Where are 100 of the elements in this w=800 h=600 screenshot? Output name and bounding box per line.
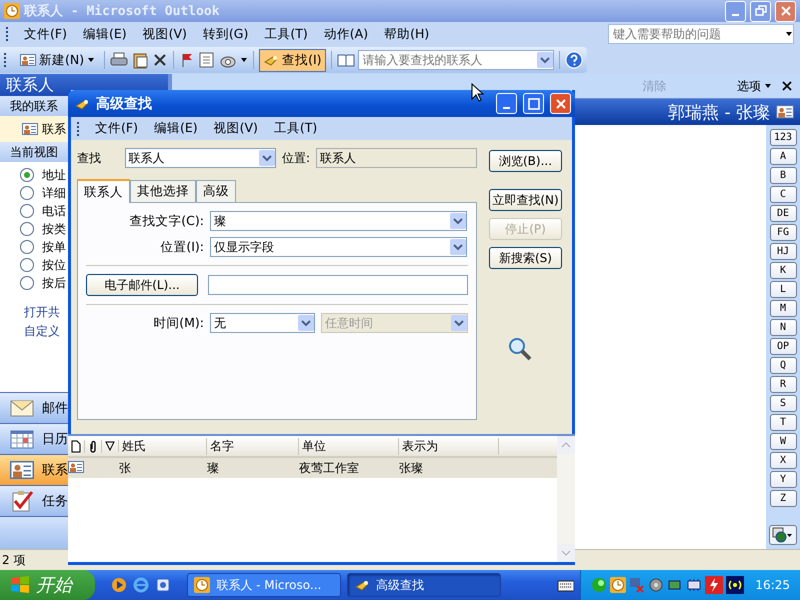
lightning-icon[interactable]	[705, 576, 724, 594]
letter-tab[interactable]: DE	[770, 205, 796, 222]
calendar-icon	[10, 429, 34, 449]
letter-tab[interactable]: S	[770, 395, 796, 412]
signal-icon[interactable]	[726, 576, 744, 594]
restore-button[interactable]	[750, 0, 771, 22]
menu-item[interactable]: 编辑(E)	[76, 24, 134, 44]
radio-button[interactable]	[20, 168, 34, 182]
browser-icon[interactable]	[133, 577, 150, 593]
radio-button[interactable]	[20, 222, 34, 236]
email-field[interactable]	[208, 275, 468, 295]
view-option[interactable]: 按后	[42, 274, 66, 292]
time-dropdown[interactable]: 无	[210, 313, 315, 333]
letter-tab[interactable]: K	[770, 262, 796, 279]
options-menu[interactable]: 选项	[737, 78, 772, 94]
letter-tab[interactable]: N	[770, 319, 796, 336]
restore-icon	[754, 5, 766, 17]
dialog-title: 高级查找	[96, 94, 152, 112]
menu-item[interactable]: 编辑(E)	[146, 118, 205, 139]
look-for-dropdown[interactable]: 联系人	[124, 148, 276, 168]
result-row[interactable]: 张 璨 夜莺工作室 张璨	[68, 458, 557, 478]
media-player-icon[interactable]	[111, 577, 128, 593]
close-button[interactable]	[550, 93, 571, 114]
find-button[interactable]: 查找(I)	[259, 48, 326, 72]
view-option[interactable]: 电话	[42, 202, 66, 220]
letter-tab[interactable]: HJ	[770, 243, 796, 260]
letter-tab[interactable]: C	[770, 186, 796, 203]
letter-tab[interactable]: M	[770, 300, 796, 317]
letter-tab[interactable]: FG	[770, 224, 796, 241]
taskbar-button[interactable]: 高级查找	[346, 573, 501, 597]
letter-tab[interactable]: A	[770, 148, 796, 165]
language-button[interactable]	[769, 525, 797, 545]
minimize-button[interactable]	[496, 93, 517, 114]
chip-icon[interactable]	[686, 577, 702, 593]
close-button[interactable]	[775, 0, 796, 22]
speaker-icon[interactable]	[648, 577, 664, 593]
minimize-icon	[732, 14, 739, 16]
tab[interactable]: 其他选择	[130, 180, 196, 202]
minimize-button[interactable]	[725, 0, 746, 22]
menu-item[interactable]: 文件(F)	[17, 24, 74, 44]
letter-tab[interactable]: R	[770, 376, 796, 393]
combo-field[interactable]: 仅显示字段	[210, 237, 467, 257]
dialog-button[interactable]: 立即查找(N)	[489, 189, 562, 211]
menu-item[interactable]: 文件(F)	[88, 118, 145, 139]
letter-tab[interactable]: X	[770, 452, 796, 469]
ball-icon[interactable]	[591, 577, 608, 593]
letter-tab[interactable]: Z	[770, 490, 796, 507]
help-search-field[interactable]: 键入需要帮助的问题	[608, 24, 794, 44]
address-book-icon[interactable]	[336, 52, 355, 68]
tab[interactable]: 高级	[196, 180, 236, 202]
column-header[interactable]: 单位	[299, 438, 399, 454]
tab[interactable]: 联系人	[77, 179, 130, 203]
clipboard-icon[interactable]	[131, 51, 150, 69]
letter-tab[interactable]: T	[770, 414, 796, 431]
letter-tab[interactable]: 123	[770, 129, 796, 146]
letter-tab[interactable]: B	[770, 167, 796, 184]
view-option[interactable]: 按位	[42, 256, 66, 274]
new-button[interactable]: 新建(N)	[16, 48, 100, 72]
menu-item[interactable]: 工具(T)	[257, 24, 315, 44]
letter-tab[interactable]: Q	[770, 357, 796, 374]
view-option[interactable]: 按类	[42, 220, 66, 238]
close-icon[interactable]	[782, 81, 792, 91]
menu-item[interactable]: 工具(T)	[266, 118, 324, 139]
contact-search-field[interactable]: 请输入要查找的联系人	[358, 50, 554, 70]
dialog-button[interactable]: 新搜索(S)	[489, 247, 562, 269]
column-header[interactable]: 姓氏	[119, 438, 207, 454]
address-card-icon[interactable]	[198, 51, 216, 69]
menu-item[interactable]: 视图(V)	[206, 118, 265, 139]
view-option[interactable]: 地址	[42, 166, 66, 184]
menu-item[interactable]: 动作(A)	[316, 24, 376, 44]
help-icon[interactable]	[564, 51, 583, 69]
radio-button[interactable]	[20, 258, 34, 272]
keyboard-icon[interactable]	[556, 578, 574, 592]
taskbar-button[interactable]: 联系人 - Microso...	[187, 573, 341, 597]
radio-button[interactable]	[20, 240, 34, 254]
column-header[interactable]: 名字	[207, 438, 299, 454]
menu-item[interactable]: 转到(G)	[196, 24, 256, 44]
start-button[interactable]: 开始	[0, 570, 96, 600]
view-option[interactable]: 按单	[42, 238, 66, 256]
delete-icon[interactable]	[152, 52, 168, 68]
clock-icon	[194, 577, 210, 593]
contact-card-icon	[68, 460, 84, 472]
letter-tab[interactable]: Y	[770, 471, 796, 488]
maximize-button[interactable]	[523, 93, 544, 114]
view-option[interactable]: 详细	[42, 184, 66, 202]
menu-item[interactable]: 视图(V)	[136, 24, 194, 44]
email-button[interactable]: 电子邮件(L)...	[86, 274, 198, 296]
radio-button[interactable]	[20, 186, 34, 200]
letter-tab[interactable]: W	[770, 433, 796, 450]
radio-button[interactable]	[20, 276, 34, 290]
menu-item[interactable]: 帮助(H)	[377, 24, 436, 44]
dialog-button[interactable]: 浏览(B)...	[489, 150, 562, 172]
mouse-cursor	[471, 83, 485, 103]
combo-field[interactable]: 璨	[210, 211, 467, 231]
email-client-icon[interactable]	[155, 577, 172, 593]
letter-tab[interactable]: OP	[770, 338, 796, 355]
radio-button[interactable]	[20, 204, 34, 218]
header-title: 郭瑞燕 - 张璨	[668, 102, 770, 124]
letter-tab[interactable]: L	[770, 281, 796, 298]
column-header[interactable]: 表示为	[399, 438, 499, 454]
